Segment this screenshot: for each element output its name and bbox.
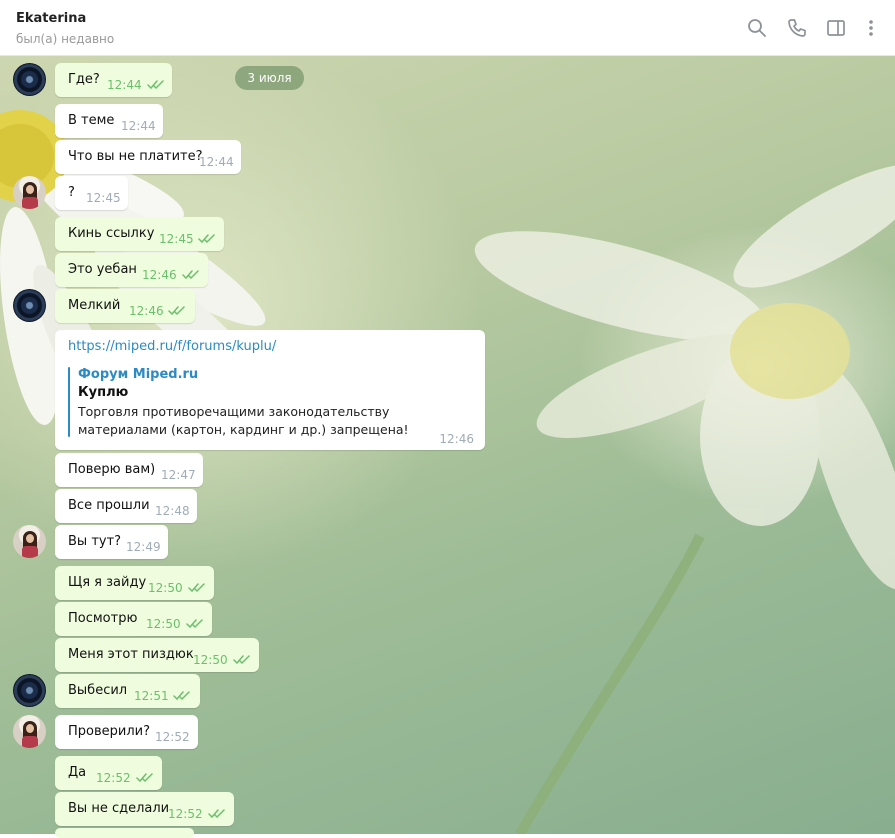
message-time: 12:50 — [193, 653, 228, 667]
message-time: 12:52 — [155, 730, 190, 744]
sidebar-toggle-icon[interactable] — [825, 17, 847, 39]
date-divider: 3 июля — [235, 66, 304, 90]
message-bubble[interactable]: Вы не сделали 12:52 — [55, 792, 234, 826]
message-text: Меня этот пиздюк — [68, 647, 194, 662]
preview-title: Куплю — [78, 385, 129, 400]
message-time: 12:50 — [146, 617, 181, 631]
link-preview-message[interactable]: https://miped.ru/f/forums/kuplu/ Форум M… — [55, 330, 485, 450]
read-checkmarks-icon — [173, 690, 192, 701]
chat-title[interactable]: Ekaterina — [16, 11, 86, 26]
read-checkmarks-icon — [198, 233, 217, 244]
message-time: 12:45 — [159, 232, 194, 246]
read-checkmarks-icon — [168, 305, 187, 316]
message-bubble[interactable]: Это уебан 12:46 — [55, 253, 208, 287]
message-text: Вы не сделали — [68, 801, 170, 816]
avatar[interactable] — [13, 176, 46, 209]
message-text: Поверю вам) — [68, 462, 156, 477]
read-checkmarks-icon — [186, 618, 205, 629]
message-bubble[interactable]: Кинь ссылку 12:45 — [55, 217, 224, 251]
message-time: 12:51 — [134, 689, 169, 703]
message-bubble[interactable]: Поверю вам) 12:47 — [55, 453, 203, 487]
search-icon[interactable] — [746, 17, 768, 39]
message-text: Проверили? — [68, 724, 150, 739]
message-text: В теме — [68, 113, 115, 128]
message-time: 12:46 — [129, 304, 164, 318]
message-text: Выбесил — [68, 683, 128, 698]
phone-icon[interactable] — [786, 17, 808, 39]
message-bubble[interactable]: Что вы не платите? 12:44 — [55, 140, 241, 174]
message-time: 12:49 — [126, 540, 161, 554]
message-bubble[interactable]: Проверили? 12:52 — [55, 715, 198, 749]
avatar[interactable] — [13, 289, 46, 322]
preview-description: Торговля противоречащими законодательств… — [78, 404, 409, 437]
message-time: 12:44 — [121, 119, 156, 133]
chat-header: Ekaterina был(а) недавно — [0, 0, 895, 56]
read-checkmarks-icon — [136, 772, 155, 783]
message-text: Где? — [68, 72, 100, 87]
preview-accent-bar — [68, 367, 70, 437]
message-text: Это уебан — [68, 262, 137, 277]
avatar[interactable] — [13, 715, 46, 748]
message-bubble[interactable]: ? 12:45 — [55, 176, 128, 210]
message-bubble-partial[interactable] — [55, 828, 194, 838]
message-time: 12:46 — [439, 432, 474, 446]
preview-site-name[interactable]: Форум Miped.ru — [78, 367, 198, 382]
avatar[interactable] — [13, 674, 46, 707]
read-checkmarks-icon — [147, 79, 166, 90]
message-time: 12:52 — [168, 807, 203, 821]
message-time: 12:44 — [199, 155, 234, 169]
message-text: Что вы не платите? — [68, 149, 203, 164]
more-vertical-icon[interactable] — [860, 17, 882, 39]
message-text: Щя я зайду — [68, 575, 147, 590]
message-bubble[interactable]: Вы тут? 12:49 — [55, 525, 168, 559]
message-text: Посмотрю — [68, 611, 138, 626]
message-bubble[interactable]: Меня этот пиздюк 12:50 — [55, 638, 259, 672]
message-bubble[interactable]: Где? 12:44 — [55, 63, 172, 97]
read-checkmarks-icon — [182, 269, 201, 280]
message-bubble[interactable]: В теме 12:44 — [55, 104, 163, 138]
read-checkmarks-icon — [233, 654, 252, 665]
message-link[interactable]: https://miped.ru/f/forums/kuplu/ — [68, 339, 276, 354]
message-time: 12:44 — [107, 78, 142, 92]
message-text: Да — [68, 765, 87, 780]
message-text: ? — [68, 185, 75, 200]
avatar[interactable] — [13, 525, 46, 558]
message-text: Мелкий — [68, 298, 121, 313]
message-text: Вы тут? — [68, 534, 122, 549]
message-time: 12:46 — [142, 268, 177, 282]
message-bubble[interactable]: Мелкий 12:46 — [55, 289, 195, 323]
message-bubble[interactable]: Выбесил 12:51 — [55, 674, 200, 708]
message-text: Все прошли — [68, 498, 150, 513]
chat-status: был(а) недавно — [16, 32, 115, 46]
message-bubble[interactable]: Все прошли 12:48 — [55, 489, 197, 523]
message-time: 12:52 — [96, 771, 131, 785]
message-time: 12:45 — [86, 191, 121, 205]
message-text: Кинь ссылку — [68, 226, 155, 241]
read-checkmarks-icon — [208, 808, 227, 819]
avatar[interactable] — [13, 63, 46, 96]
message-bubble[interactable]: Щя я зайду 12:50 — [55, 566, 214, 600]
message-time: 12:47 — [161, 468, 196, 482]
message-time: 12:48 — [155, 504, 190, 518]
message-bubble[interactable]: Да 12:52 — [55, 756, 162, 790]
read-checkmarks-icon — [188, 582, 207, 593]
message-bubble[interactable]: Посмотрю 12:50 — [55, 602, 212, 636]
message-time: 12:50 — [148, 581, 183, 595]
